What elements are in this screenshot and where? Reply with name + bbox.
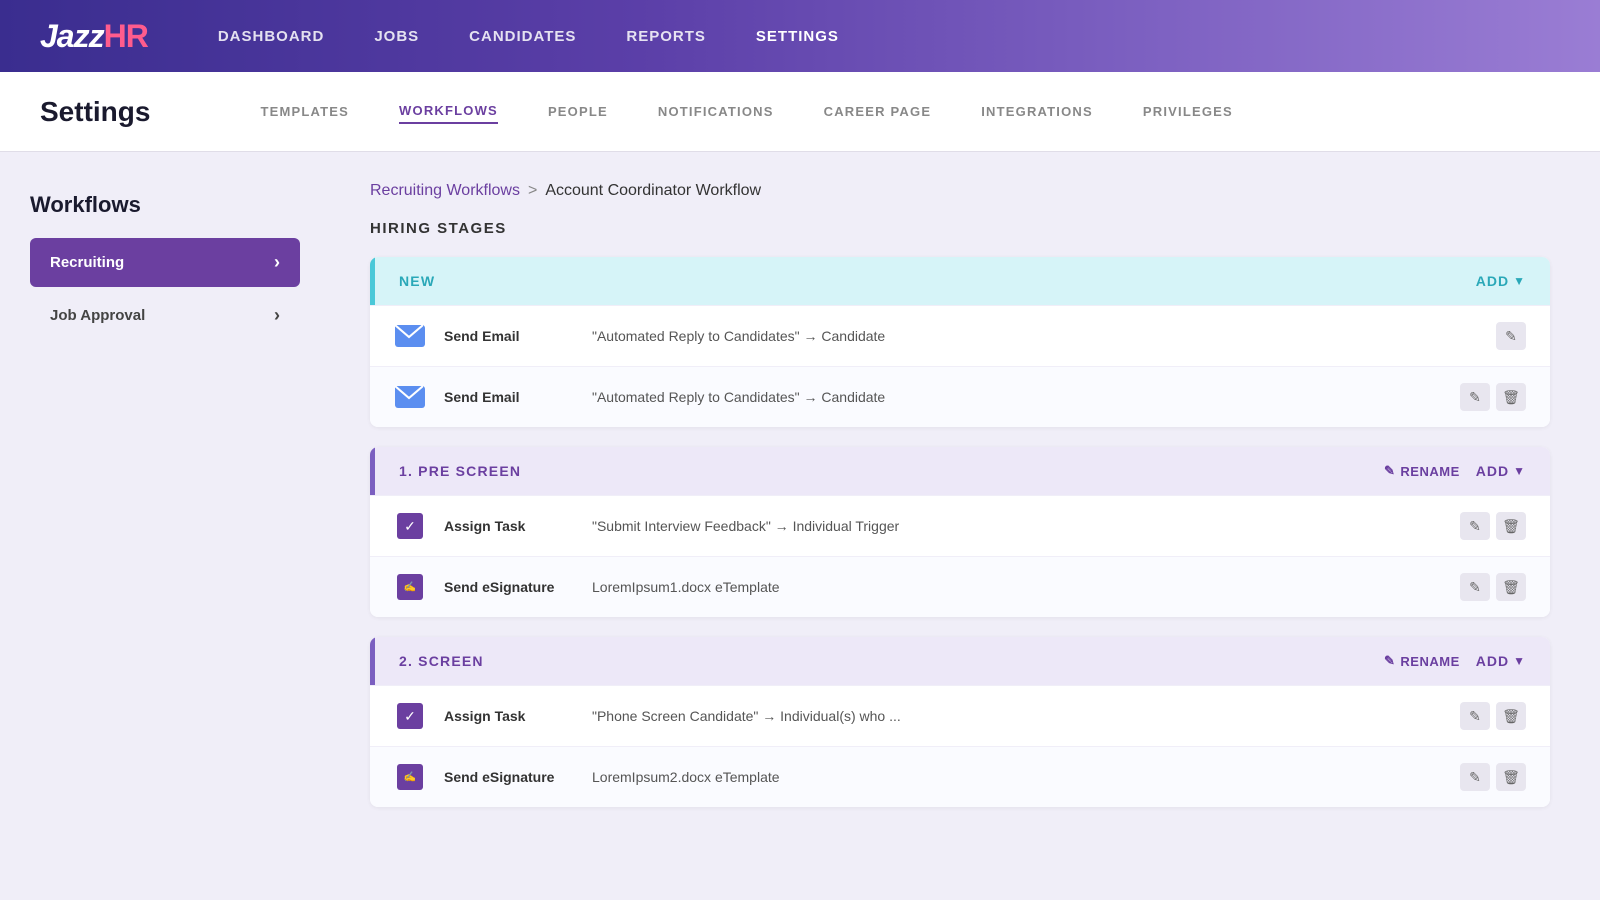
email-icon-2 [394, 381, 426, 413]
row-buttons-3: ✎ 🗑 [1460, 512, 1526, 540]
subnav-people[interactable]: PEOPLE [548, 100, 608, 123]
subnav-workflows[interactable]: WORKFLOWS [399, 99, 498, 124]
row-action-esig-1: Send eSignature [444, 579, 574, 595]
row-desc-6: LoremIpsum2.docx eTemplate [592, 769, 1442, 785]
content-area: Recruiting Workflows > Account Coordinat… [330, 152, 1600, 900]
edit-button-6[interactable]: ✎ [1460, 763, 1490, 791]
pencil-icon-2: ✎ [1384, 653, 1395, 669]
nav-candidates[interactable]: CANDIDATES [469, 28, 576, 45]
row-action-send-email-1: Send Email [444, 328, 574, 344]
main-content: Workflows Recruiting › Job Approval › Re… [0, 152, 1600, 900]
screen-add-button[interactable]: ADD ▼ [1476, 653, 1526, 669]
stage-new-header: NEW ADD ▼ [370, 257, 1550, 305]
breadcrumb-current: Account Coordinator Workflow [545, 182, 761, 200]
sub-nav: Settings TEMPLATES WORKFLOWS PEOPLE NOTI… [0, 72, 1600, 152]
subnav-templates[interactable]: TEMPLATES [260, 100, 349, 123]
nav-dashboard[interactable]: DASHBOARD [218, 28, 325, 45]
table-row: ✍ Send eSignature LoremIpsum2.docx eTemp… [370, 746, 1550, 807]
row-action-assign-task-1: Assign Task [444, 518, 574, 534]
add-label: ADD [1476, 273, 1509, 289]
row-buttons-2: ✎ 🗑 [1460, 383, 1526, 411]
stage-new-actions: ADD ▼ [1476, 273, 1526, 289]
page-title: Settings [40, 96, 150, 128]
add-label-2: ADD [1476, 463, 1509, 479]
row-desc-1: "Automated Reply to Candidates" → Candid… [592, 328, 1478, 344]
esig-icon: ✍ [394, 571, 426, 603]
breadcrumb: Recruiting Workflows > Account Coordinat… [370, 182, 1550, 200]
nav-reports[interactable]: REPORTS [626, 28, 706, 45]
email-icon [394, 320, 426, 352]
stage-pre-screen-actions: ✎ RENAME ADD ▼ [1384, 463, 1526, 479]
sidebar-item-job-approval-label: Job Approval [50, 307, 145, 324]
sidebar-item-recruiting[interactable]: Recruiting › [30, 238, 300, 287]
section-heading: HIRING STAGES [370, 220, 1550, 237]
logo[interactable]: JazzHR [40, 18, 148, 55]
subnav-career-page[interactable]: CAREER PAGE [824, 100, 932, 123]
delete-button-6[interactable]: 🗑 [1496, 763, 1526, 791]
row-action-assign-task-2: Assign Task [444, 708, 574, 724]
add-label-3: ADD [1476, 653, 1509, 669]
breadcrumb-link[interactable]: Recruiting Workflows [370, 182, 520, 200]
dropdown-arrow-icon-3: ▼ [1513, 654, 1526, 668]
table-row: Send Email "Automated Reply to Candidate… [370, 305, 1550, 366]
chevron-right-icon-2: › [274, 305, 280, 326]
row-buttons-6: ✎ 🗑 [1460, 763, 1526, 791]
row-buttons-4: ✎ 🗑 [1460, 573, 1526, 601]
pre-screen-add-button[interactable]: ADD ▼ [1476, 463, 1526, 479]
sidebar-item-job-approval[interactable]: Job Approval › [30, 291, 300, 340]
breadcrumb-separator: > [528, 182, 537, 200]
stage-screen-actions: ✎ RENAME ADD ▼ [1384, 653, 1526, 669]
row-desc-2: "Automated Reply to Candidates" → Candid… [592, 389, 1442, 405]
edit-button-2[interactable]: ✎ [1460, 383, 1490, 411]
edit-button-4[interactable]: ✎ [1460, 573, 1490, 601]
esig-icon-2: ✍ [394, 761, 426, 793]
stage-screen: 2. SCREEN ✎ RENAME ADD ▼ ✓ [370, 637, 1550, 807]
stage-screen-header: 2. SCREEN ✎ RENAME ADD ▼ [370, 637, 1550, 685]
sidebar-item-recruiting-label: Recruiting [50, 254, 124, 271]
stage-new-add-button[interactable]: ADD ▼ [1476, 273, 1526, 289]
stage-screen-name: 2. SCREEN [399, 653, 484, 669]
subnav-notifications[interactable]: NOTIFICATIONS [658, 100, 774, 123]
stage-pre-screen-header: 1. PRE SCREEN ✎ RENAME ADD ▼ [370, 447, 1550, 495]
edit-button-3[interactable]: ✎ [1460, 512, 1490, 540]
delete-button-3[interactable]: 🗑 [1496, 512, 1526, 540]
nav-jobs[interactable]: JOBS [374, 28, 419, 45]
row-desc-4: LoremIpsum1.docx eTemplate [592, 579, 1442, 595]
delete-button-5[interactable]: 🗑 [1496, 702, 1526, 730]
table-row: ✓ Assign Task "Phone Screen Candidate" →… [370, 685, 1550, 746]
stage-new-name: NEW [399, 273, 435, 289]
row-action-esig-2: Send eSignature [444, 769, 574, 785]
chevron-right-icon: › [274, 252, 280, 273]
table-row: Send Email "Automated Reply to Candidate… [370, 366, 1550, 427]
edit-button-1[interactable]: ✎ [1496, 322, 1526, 350]
screen-rename-button[interactable]: ✎ RENAME [1384, 653, 1460, 669]
stage-pre-screen-name: 1. PRE SCREEN [399, 463, 521, 479]
edit-button-5[interactable]: ✎ [1460, 702, 1490, 730]
row-desc-5: "Phone Screen Candidate" → Individual(s)… [592, 708, 1442, 724]
subnav-privileges[interactable]: PRIVILEGES [1143, 100, 1233, 123]
row-desc-3: "Submit Interview Feedback" → Individual… [592, 518, 1442, 534]
row-action-send-email-2: Send Email [444, 389, 574, 405]
delete-button-4[interactable]: 🗑 [1496, 573, 1526, 601]
pre-screen-rename-button[interactable]: ✎ RENAME [1384, 463, 1460, 479]
top-nav: JazzHR DASHBOARD JOBS CANDIDATES REPORTS… [0, 0, 1600, 72]
stage-new: NEW ADD ▼ S [370, 257, 1550, 427]
row-buttons-5: ✎ 🗑 [1460, 702, 1526, 730]
subnav-integrations[interactable]: INTEGRATIONS [981, 100, 1093, 123]
dropdown-arrow-icon: ▼ [1513, 274, 1526, 288]
table-row: ✓ Assign Task "Submit Interview Feedback… [370, 495, 1550, 556]
stage-pre-screen: 1. PRE SCREEN ✎ RENAME ADD ▼ ✓ [370, 447, 1550, 617]
pencil-icon: ✎ [1384, 463, 1395, 479]
row-buttons-1: ✎ [1496, 322, 1526, 350]
delete-button-2[interactable]: 🗑 [1496, 383, 1526, 411]
table-row: ✍ Send eSignature LoremIpsum1.docx eTemp… [370, 556, 1550, 617]
sidebar-title: Workflows [30, 192, 300, 218]
task-icon: ✓ [394, 510, 426, 542]
dropdown-arrow-icon-2: ▼ [1513, 464, 1526, 478]
nav-settings[interactable]: SETTINGS [756, 28, 839, 45]
task-icon-2: ✓ [394, 700, 426, 732]
sidebar: Workflows Recruiting › Job Approval › [0, 152, 330, 900]
